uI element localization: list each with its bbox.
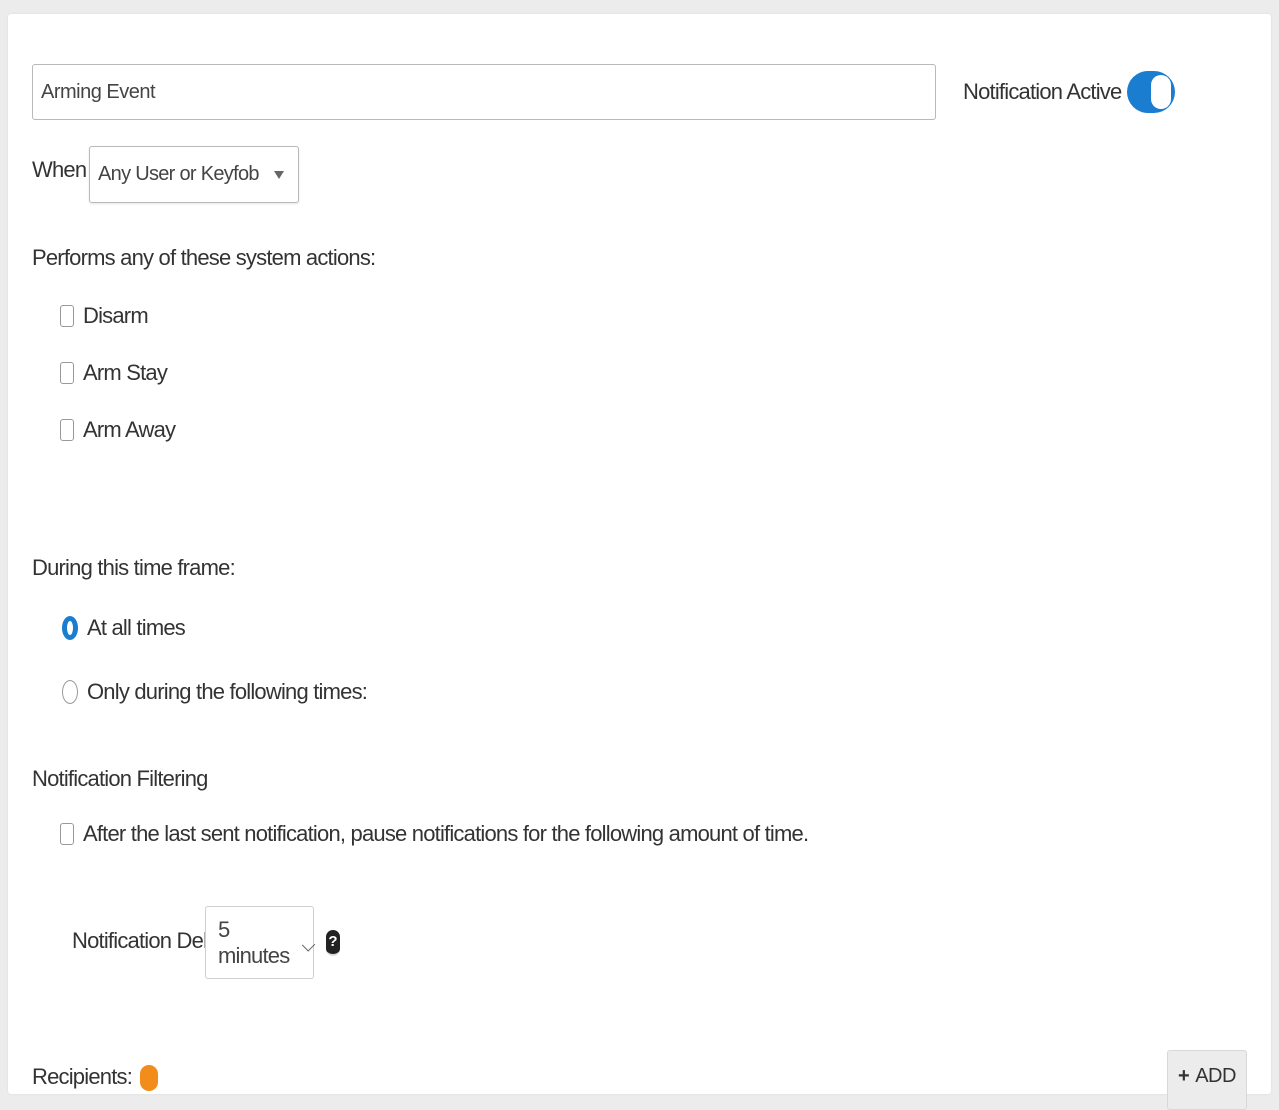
time-option-following-times[interactable]: Only during the following times: — [62, 679, 368, 705]
add-recipient-button[interactable]: + ADD — [1167, 1050, 1247, 1110]
notification-active-label: Notification Active — [963, 79, 1122, 104]
notification-active-control: Notification Active — [963, 71, 1176, 113]
help-icon[interactable]: ? — [326, 930, 340, 956]
filtering-option[interactable]: After the last sent notification, pause … — [60, 821, 809, 847]
caret-down-icon — [274, 170, 284, 179]
filtering-heading: Notification Filtering — [32, 766, 208, 791]
plus-icon: + — [1178, 1065, 1190, 1087]
action-disarm[interactable]: Disarm — [60, 303, 149, 329]
recipients-label-row: Recipients: — [32, 1064, 159, 1092]
when-select[interactable]: Any User or Keyfob — [89, 146, 299, 203]
time-option-label: At all times — [87, 615, 186, 640]
warning-icon — [140, 1065, 159, 1092]
time-option-label: Only during the following times: — [87, 679, 368, 704]
radio-button-selected[interactable] — [62, 616, 78, 640]
add-button-label: ADD — [1195, 1065, 1236, 1087]
action-label: Arm Stay — [83, 360, 168, 385]
toggle-knob — [1151, 75, 1172, 109]
time-frame-heading: During this time frame: — [32, 555, 236, 580]
event-name-input[interactable] — [32, 64, 936, 120]
actions-heading: Performs any of these system actions: — [32, 245, 376, 270]
checkbox[interactable] — [60, 823, 74, 845]
recipients-label: Recipients: — [32, 1064, 133, 1089]
chevron-down-icon — [301, 937, 316, 952]
radio-button[interactable] — [62, 680, 78, 704]
filtering-option-label: After the last sent notification, pause … — [83, 821, 809, 846]
checkbox[interactable] — [60, 419, 74, 441]
action-arm-away[interactable]: Arm Away — [60, 417, 176, 443]
when-select-value: Any User or Keyfob — [98, 163, 260, 185]
action-label: Arm Away — [83, 417, 176, 442]
checkbox[interactable] — [60, 305, 74, 327]
notification-delay-select[interactable]: 5 minutes — [205, 906, 316, 979]
when-label: When — [32, 157, 87, 182]
notification-form-card: Notification Active When Any User or Key… — [8, 14, 1271, 1110]
notification-active-toggle[interactable] — [1127, 71, 1176, 113]
action-label: Disarm — [83, 303, 149, 328]
action-arm-stay[interactable]: Arm Stay — [60, 360, 168, 386]
checkbox[interactable] — [60, 362, 74, 384]
time-option-all-times[interactable]: At all times — [62, 615, 186, 641]
notification-delay-value: 5 minutes — [218, 916, 290, 968]
